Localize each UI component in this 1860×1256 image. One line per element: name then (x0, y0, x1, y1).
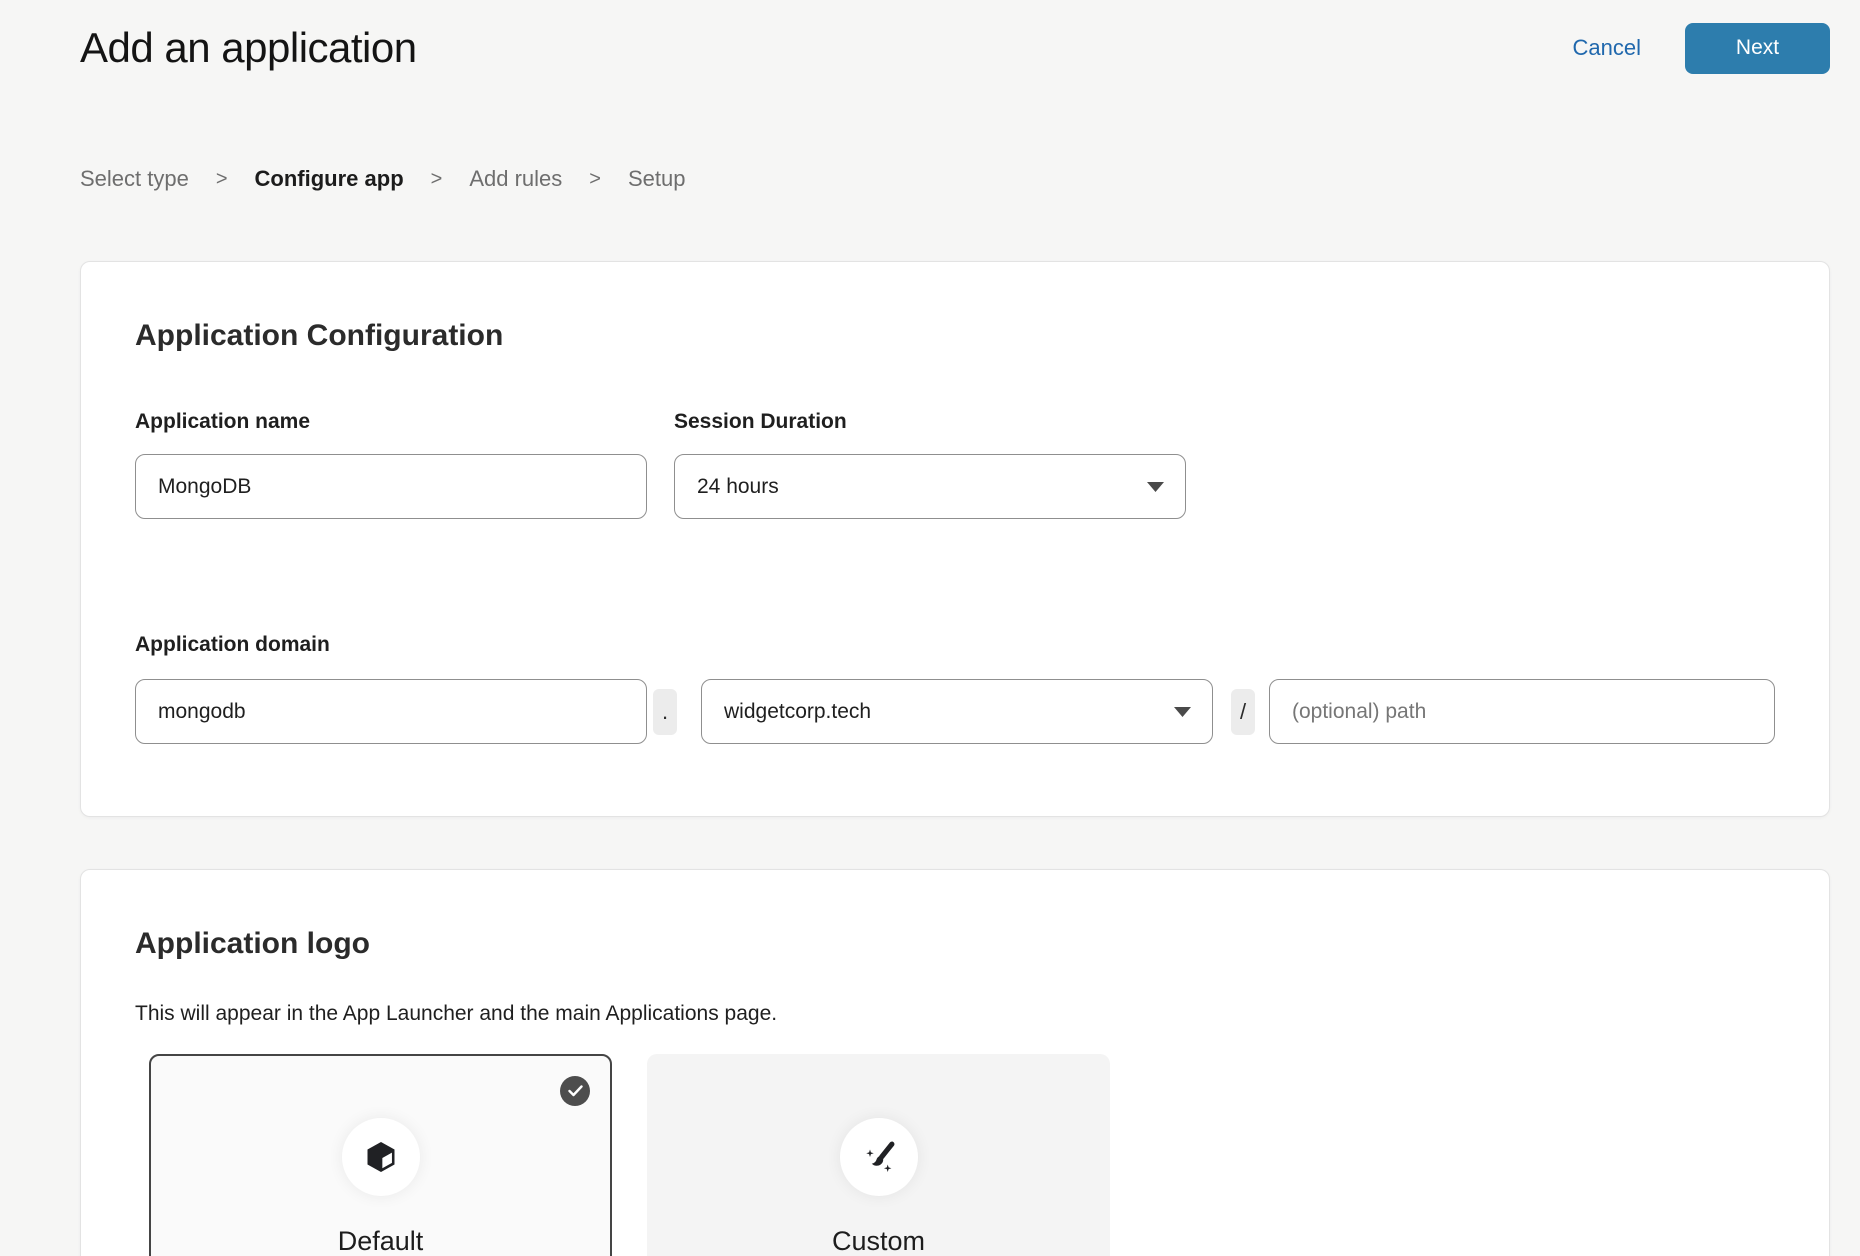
application-domain-field-group: Application domain . widgetcorp.tech / (135, 633, 1775, 744)
header-actions: Cancel Next (1573, 23, 1830, 74)
session-duration-field-group: Session Duration 24 hours (674, 410, 1186, 519)
application-domain-row: . widgetcorp.tech / (135, 679, 1775, 744)
session-duration-select[interactable]: 24 hours (674, 454, 1186, 519)
default-logo-circle (342, 1118, 420, 1196)
chevron-down-icon (1146, 481, 1165, 493)
selected-check-badge (560, 1076, 590, 1106)
domain-select[interactable]: widgetcorp.tech (701, 679, 1213, 744)
step-select-type[interactable]: Select type (80, 166, 189, 192)
session-duration-value: 24 hours (697, 475, 779, 499)
logo-options: Default Custom (149, 1054, 1775, 1256)
check-icon (568, 1085, 583, 1097)
breadcrumb-separator: > (589, 168, 601, 191)
application-domain-label: Application domain (135, 633, 1775, 657)
logo-option-default[interactable]: Default (149, 1054, 612, 1256)
breadcrumb-separator: > (431, 168, 443, 191)
page-title: Add an application (80, 20, 417, 76)
cancel-button[interactable]: Cancel (1573, 35, 1641, 61)
session-duration-label: Session Duration (674, 410, 1186, 434)
dot-separator: . (653, 689, 677, 735)
application-logo-card: Application logo This will appear in the… (80, 869, 1830, 1256)
breadcrumb-separator: > (216, 168, 228, 191)
application-name-label: Application name (135, 410, 647, 434)
chevron-down-icon (1173, 706, 1192, 718)
paintbrush-icon (861, 1139, 897, 1175)
path-input[interactable] (1269, 679, 1775, 744)
logo-option-label: Custom (649, 1226, 1108, 1256)
application-name-input[interactable] (135, 454, 647, 519)
application-configuration-heading: Application Configuration (135, 318, 1775, 354)
custom-logo-circle (840, 1118, 918, 1196)
logo-option-custom[interactable]: Custom (647, 1054, 1110, 1256)
step-setup[interactable]: Setup (628, 166, 686, 192)
name-duration-row: Application name Session Duration 24 hou… (135, 410, 1775, 519)
subdomain-input[interactable] (135, 679, 647, 744)
application-configuration-card: Application Configuration Application na… (80, 261, 1830, 817)
application-name-field-group: Application name (135, 410, 647, 519)
cube-icon (363, 1139, 399, 1175)
domain-select-value: widgetcorp.tech (724, 700, 871, 724)
logo-option-label: Default (151, 1226, 610, 1256)
page-header: Add an application Cancel Next (80, 0, 1830, 76)
breadcrumb: Select type > Configure app > Add rules … (80, 166, 1830, 192)
application-logo-description: This will appear in the App Launcher and… (135, 1002, 1775, 1026)
step-add-rules[interactable]: Add rules (469, 166, 562, 192)
step-configure-app[interactable]: Configure app (255, 166, 404, 192)
slash-separator: / (1231, 689, 1255, 735)
add-application-page: Add an application Cancel Next Select ty… (0, 0, 1860, 1256)
application-logo-heading: Application logo (135, 926, 1775, 962)
next-button[interactable]: Next (1685, 23, 1830, 74)
